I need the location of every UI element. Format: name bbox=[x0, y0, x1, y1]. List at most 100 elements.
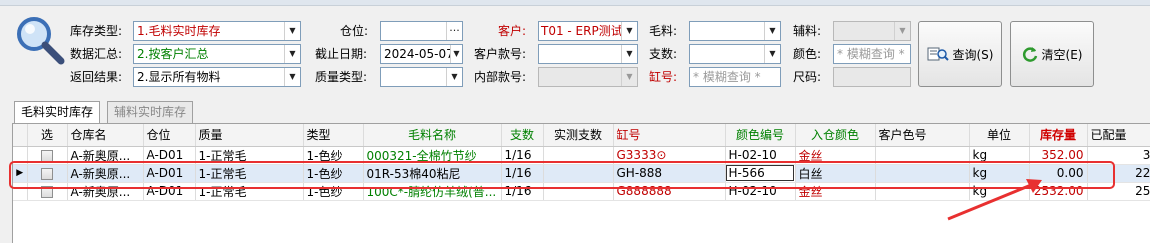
chevron-down-icon[interactable]: ▼ bbox=[621, 68, 637, 86]
chevron-down-icon[interactable]: ▼ bbox=[284, 22, 300, 40]
chevron-down-icon[interactable]: ▼ bbox=[450, 45, 462, 63]
cell-allocated: 352. bbox=[1087, 146, 1150, 165]
col-warehouse[interactable]: 仓库名 bbox=[67, 124, 144, 147]
clear-button[interactable]: 清空(E) bbox=[1010, 21, 1094, 87]
cell-type: 1-色纱 bbox=[303, 146, 364, 165]
chevron-down-icon[interactable]: ▼ bbox=[894, 22, 910, 40]
search-logo-icon bbox=[17, 17, 65, 65]
row-checkbox[interactable] bbox=[41, 185, 53, 198]
cutoff-date-picker[interactable]: 2024-05-07 ▼ bbox=[380, 44, 463, 64]
cell-material: 100C*-腈纶仿羊绒(普... bbox=[363, 182, 502, 201]
chevron-down-icon[interactable]: ▼ bbox=[621, 45, 637, 63]
col-in-color[interactable]: 入仓颜色 bbox=[795, 124, 876, 147]
return-result-select[interactable]: 2.显示所有物料 ▼ bbox=[133, 67, 301, 87]
query-button-label: 查询(S) bbox=[952, 47, 994, 62]
cell-position: A-D01 bbox=[143, 182, 196, 201]
col-measured[interactable]: 实测支数 bbox=[543, 124, 614, 147]
cutoff-date-value: 2024-05-07 bbox=[384, 47, 454, 61]
cell-in-color: 金丝 bbox=[795, 146, 876, 165]
col-count[interactable]: 支数 bbox=[501, 124, 544, 147]
internal-style-select[interactable]: ▼ bbox=[538, 67, 638, 87]
cell-measured bbox=[543, 146, 614, 165]
warehouse-pos-input[interactable]: ··· bbox=[380, 21, 463, 41]
customer-select[interactable]: T01 - ERP测试 ▼ bbox=[538, 21, 638, 41]
wool-select[interactable]: ▼ bbox=[689, 21, 781, 41]
chevron-down-icon[interactable]: ▼ bbox=[621, 22, 637, 40]
cell-lot: G3333⊙ bbox=[613, 146, 726, 165]
col-cust-color[interactable]: 客户色号 bbox=[875, 124, 970, 147]
stock-type-select[interactable]: 1.毛料实时库存 ▼ bbox=[133, 21, 301, 41]
chevron-down-icon[interactable]: ▼ bbox=[764, 22, 780, 40]
col-quality[interactable]: 质量 bbox=[195, 124, 304, 147]
cell-material: 000321-全棉竹节纱 bbox=[363, 146, 502, 165]
cell-cust-color bbox=[875, 164, 970, 183]
customer-style-select[interactable]: ▼ bbox=[538, 44, 638, 64]
stock-type-label: 库存类型: bbox=[70, 24, 123, 38]
col-position[interactable]: 仓位 bbox=[143, 124, 196, 147]
row-checkbox-cell[interactable] bbox=[27, 146, 68, 165]
col-lot[interactable]: 缸号 bbox=[613, 124, 726, 147]
cell-stock: 2532.00 bbox=[1029, 182, 1088, 201]
table-header-row: 选 仓库名 仓位 质量 类型 毛料名称 支数 实测支数 缸号 颜色编号 入仓颜色… bbox=[13, 124, 1150, 147]
cell-quality: 1-正常毛 bbox=[195, 182, 304, 201]
cell-count: 1/16 bbox=[501, 164, 544, 183]
cell-unit: kg bbox=[969, 182, 1030, 201]
col-color-code[interactable]: 颜色编号 bbox=[725, 124, 796, 147]
accessory-select[interactable]: ▼ bbox=[833, 21, 911, 41]
cell-type: 1-色纱 bbox=[303, 182, 364, 201]
cell-color-code: H-02-10 bbox=[725, 182, 796, 201]
table-row[interactable]: A-新奥原... A-D01 1-正常毛 1-色纱 100C*-腈纶仿羊绒(普.… bbox=[13, 182, 1150, 201]
tab-accessory-stock[interactable]: 辅料实时库存 bbox=[107, 101, 194, 124]
data-summary-value: 2.按客户汇总 bbox=[137, 47, 209, 61]
ellipsis-button-icon[interactable]: ··· bbox=[446, 22, 462, 40]
cell-lot: G888888 bbox=[613, 182, 726, 201]
cell-warehouse: A-新奥原... bbox=[67, 164, 144, 183]
cell-count: 1/16 bbox=[501, 182, 544, 201]
cell-type: 1-色纱 bbox=[303, 164, 364, 183]
row-indicator bbox=[13, 182, 28, 201]
cell-color-code[interactable]: H-566 bbox=[725, 164, 796, 183]
chevron-down-icon[interactable]: ▼ bbox=[284, 68, 300, 86]
size-input[interactable] bbox=[833, 67, 911, 87]
wool-label: 毛料: bbox=[649, 24, 678, 38]
count-select[interactable]: ▼ bbox=[689, 44, 781, 64]
cell-position: A-D01 bbox=[143, 164, 196, 183]
color-input[interactable]: * 模糊查询 * bbox=[833, 44, 911, 64]
tab-wool-stock[interactable]: 毛料实时库存 bbox=[14, 101, 101, 125]
col-unit[interactable]: 单位 bbox=[969, 124, 1030, 147]
cell-allocated: 2224. bbox=[1087, 164, 1150, 183]
row-checkbox[interactable] bbox=[41, 167, 53, 180]
customer-value: T01 - ERP测试 bbox=[541, 24, 623, 38]
row-checkbox-cell[interactable] bbox=[27, 182, 68, 201]
return-result-value: 2.显示所有物料 bbox=[137, 70, 221, 84]
window-top-strip bbox=[0, 0, 1150, 6]
row-checkbox[interactable] bbox=[41, 149, 53, 162]
clear-button-label: 清空(E) bbox=[1041, 47, 1083, 62]
table-row[interactable]: A-新奥原... A-D01 1-正常毛 1-色纱 000321-全棉竹节纱 1… bbox=[13, 146, 1150, 165]
red-no-input[interactable]: * 模糊查询 * bbox=[689, 67, 781, 87]
col-stock[interactable]: 库存量 bbox=[1029, 124, 1088, 147]
cell-warehouse: A-新奥原... bbox=[67, 182, 144, 201]
quality-type-select[interactable]: ▼ bbox=[380, 67, 463, 87]
table-row[interactable]: ▶ A-新奥原... A-D01 1-正常毛 1-色纱 01R-53棉40粘尼 … bbox=[13, 164, 1150, 183]
query-button[interactable]: 查询(S) bbox=[918, 21, 1002, 87]
query-icon bbox=[927, 47, 949, 61]
cell-warehouse: A-新奥原... bbox=[67, 146, 144, 165]
stock-table: 选 仓库名 仓位 质量 类型 毛料名称 支数 实测支数 缸号 颜色编号 入仓颜色… bbox=[13, 124, 1150, 201]
col-material[interactable]: 毛料名称 bbox=[363, 124, 502, 147]
cell-count: 1/16 bbox=[501, 146, 544, 165]
stock-grid: 选 仓库名 仓位 质量 类型 毛料名称 支数 实测支数 缸号 颜色编号 入仓颜色… bbox=[12, 123, 1150, 243]
cell-measured bbox=[543, 164, 614, 183]
chevron-down-icon[interactable]: ▼ bbox=[446, 68, 462, 86]
cell-cust-color bbox=[875, 146, 970, 165]
col-type[interactable]: 类型 bbox=[303, 124, 364, 147]
cell-unit: kg bbox=[969, 164, 1030, 183]
col-select[interactable]: 选 bbox=[27, 124, 68, 147]
chevron-down-icon[interactable]: ▼ bbox=[764, 45, 780, 63]
col-allocated[interactable]: 已配量 bbox=[1087, 124, 1150, 147]
accessory-label: 辅料: bbox=[793, 24, 822, 38]
row-checkbox-cell[interactable] bbox=[27, 164, 68, 183]
internal-style-label: 内部款号: bbox=[474, 70, 527, 84]
chevron-down-icon[interactable]: ▼ bbox=[284, 45, 300, 63]
data-summary-select[interactable]: 2.按客户汇总 ▼ bbox=[133, 44, 301, 64]
